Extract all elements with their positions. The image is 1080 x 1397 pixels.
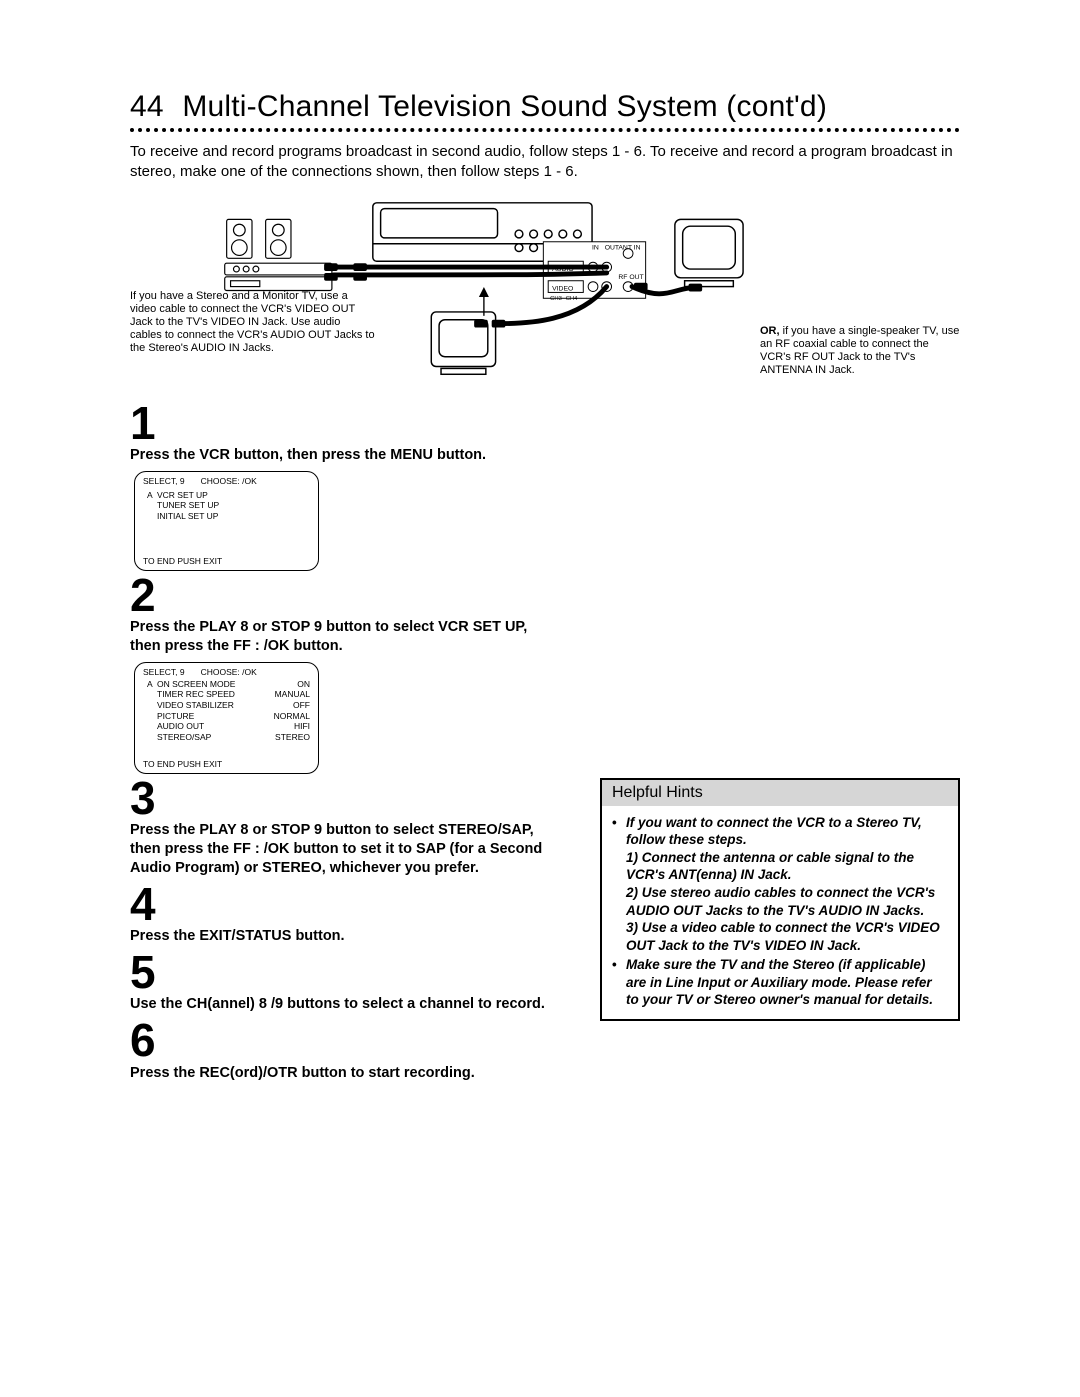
page-number: 44 [130,90,164,123]
osd2-value-4: HIFI [257,721,310,732]
hint-1-lead: If you want to connect the VCR to a Ster… [626,814,948,849]
caption-right-text: if you have a single-speaker TV, use an … [760,325,959,377]
osd2-choose: CHOOSE: /OK [201,667,257,677]
osd2-value-0: ON [257,679,310,690]
hint-2: Make sure the TV and the Stereo (if appl… [626,956,948,1009]
step-5-text: Use the CH(annel) 8 /9 buttons to select… [130,995,560,1014]
video-label: VIDEO [552,285,573,292]
osd2-label-4: AUDIO OUT [157,721,257,732]
hints-title: Helpful Hints [602,780,958,806]
osd2-label-2: VIDEO STABILIZER [157,700,257,711]
osd1-label-1: TUNER SET UP [157,500,257,511]
step-5: 5 Use the CH(annel) 8 /9 buttons to sele… [130,952,570,1014]
step-1-number: 1 [130,403,960,444]
osd-menu-2: SELECT, 9 CHOOSE: /OK AON SCREEN MODEON … [134,662,319,774]
osd2-label-3: PICTURE [157,711,257,722]
rf-out-label: RF OUT [618,273,643,280]
step-3: 3 Press the PLAY 8 or STOP 9 button to s… [130,778,570,878]
hint-1-1: 1) Connect the antenna or cable signal t… [626,849,948,884]
ch4-label: CH4 [566,296,578,302]
osd2-marker-0: A [147,679,157,690]
steps-3-6: 3 Press the PLAY 8 or STOP 9 button to s… [130,778,570,1089]
out-label: OUT [605,244,619,251]
osd1-marker-2 [147,511,157,522]
step-6-text: Press the REC(ord)/OTR button to start r… [130,1064,560,1083]
step-6-number: 6 [130,1020,570,1061]
step-3-number: 3 [130,778,570,819]
step-6: 6 Press the REC(ord)/OTR button to start… [130,1020,570,1082]
step-3-text: Press the PLAY 8 or STOP 9 button to sel… [130,821,560,878]
osd2-label-1: TIMER REC SPEED [157,689,257,700]
osd2-label-5: STEREO/SAP [157,732,257,743]
osd-menu-1: SELECT, 9 CHOOSE: /OK AVCR SET UP TUNER … [134,471,319,571]
in-label: IN [592,244,599,251]
dotted-rule [130,128,960,132]
caption-right: OR, if you have a single-speaker TV, use… [760,325,960,378]
ant-in-label: ANT IN [618,244,640,251]
step-5-number: 5 [130,952,570,993]
osd2-marker-5 [147,732,157,743]
step-4-number: 4 [130,884,570,925]
osd1-label-0: VCR SET UP [157,490,257,501]
osd2-value-5: STEREO [257,732,310,743]
hint-1-2: 2) Use stereo audio cables to connect th… [626,884,948,919]
osd2-value-1: MANUAL [257,689,310,700]
ch3-label: CH3 [550,296,562,302]
title-line: 44 Multi-Channel Television Sound System… [130,90,960,124]
connection-diagram: IN OUT ANT IN RF OUT AUDIO VIDEO CH3 CH4 [130,195,960,385]
step-4: 4 Press the EXIT/STATUS button. [130,884,570,946]
osd2-marker-2 [147,700,157,711]
osd2-label-0: ON SCREEN MODE [157,679,257,690]
step-2: 2 Press the PLAY 8 or STOP 9 button to s… [130,575,960,656]
osd2-value-2: OFF [257,700,310,711]
step-1-text: Press the VCR button, then press the MEN… [130,446,560,465]
page-title: Multi-Channel Television Sound System (c… [182,90,827,123]
bullet-icon: • [612,956,626,1009]
manual-page: 44 Multi-Channel Television Sound System… [0,0,1080,1148]
step-4-text: Press the EXIT/STATUS button. [130,927,560,946]
hint-1-3: 3) Use a video cable to connect the VCR'… [626,919,948,954]
caption-left: If you have a Stereo and a Monitor TV, u… [130,290,375,356]
step-1: 1 Press the VCR button, then press the M… [130,403,960,465]
helpful-hints-box: Helpful Hints • If you want to connect t… [600,778,960,1021]
osd1-choose: CHOOSE: /OK [201,476,257,486]
osd1-label-2: INITIAL SET UP [157,511,257,522]
osd2-marker-3 [147,711,157,722]
osd2-marker-4 [147,721,157,732]
bullet-icon: • [612,814,626,954]
osd1-marker-0: A [147,490,157,501]
intro-paragraph: To receive and record programs broadcast… [130,142,960,183]
step-2-text: Press the PLAY 8 or STOP 9 button to sel… [130,618,560,656]
step-2-number: 2 [130,575,960,616]
osd2-select: SELECT, 9 [143,667,185,677]
or-label: OR, [760,325,780,337]
osd1-marker-1 [147,500,157,511]
osd2-foot: TO END PUSH EXIT [143,759,310,769]
osd1-select: SELECT, 9 [143,476,185,486]
osd1-foot: TO END PUSH EXIT [143,556,310,566]
osd2-marker-1 [147,689,157,700]
osd2-value-3: NORMAL [257,711,310,722]
